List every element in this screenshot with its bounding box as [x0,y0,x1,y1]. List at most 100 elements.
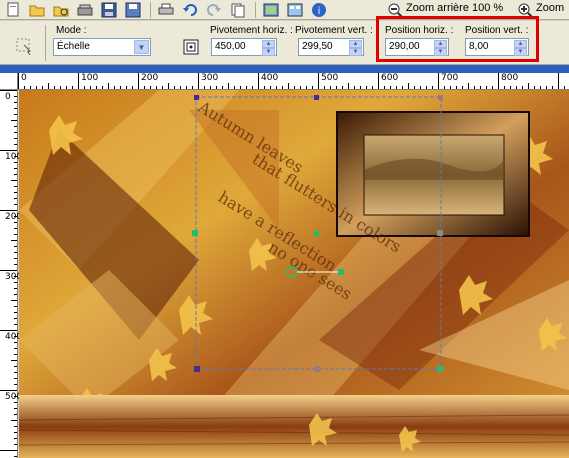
spin-down-icon[interactable]: ▼ [262,48,275,56]
rot-h-spinner[interactable]: ▲ ▼ [262,40,275,56]
ruler-tick [11,420,17,421]
ruler-tick [546,86,547,89]
copy-icon[interactable] [227,1,249,19]
ruler-tick [558,73,559,89]
spin-down-icon[interactable]: ▼ [349,48,362,56]
ruler-label: 800 [501,73,519,83]
transform-handle[interactable] [437,366,443,372]
zoom-label[interactable]: Zoom [536,2,564,14]
ruler-tick [14,204,17,205]
ruler-tick [0,330,17,331]
ruler-tick [456,86,457,89]
ruler-tick [168,83,169,89]
rot-v-spinner[interactable]: ▲ ▼ [349,40,362,56]
ruler-tick [14,222,17,223]
deform-tool-icon[interactable] [15,37,33,56]
ruler-tick [252,86,253,89]
ruler-tick [492,86,493,89]
ruler-tick [480,86,481,89]
spin-up-icon[interactable]: ▲ [262,40,275,48]
rot-h-input[interactable]: 450,00 ▲ ▼ [211,38,277,56]
ruler-tick [14,294,17,295]
help-icon[interactable]: i [308,1,330,19]
ruler-tick [0,150,17,151]
ruler-tick [132,86,133,89]
transform-handle[interactable] [437,230,443,236]
transform-handle[interactable] [314,366,320,372]
open-icon[interactable] [26,1,48,19]
ruler-tick [14,228,17,229]
save-icon[interactable] [98,1,120,19]
ruler-tick [14,138,17,139]
ruler-tick [162,86,163,89]
ruler-tick [246,86,247,89]
rotation-handle[interactable] [338,269,344,275]
ruler-tick [114,86,115,89]
rot-h-label: Pivotement horiz. : [210,25,293,36]
ruler-tick [14,282,17,283]
ruler-tick [14,432,17,433]
ruler-tick [14,438,17,439]
ruler-tick [390,86,391,89]
ruler-tick [498,73,499,89]
ruler-tick [14,246,17,247]
print-icon[interactable] [155,1,177,19]
ruler-tick [14,312,17,313]
browse-icon[interactable] [50,1,72,19]
ruler-tick [96,86,97,89]
ruler-tick [14,234,17,235]
redo-icon[interactable] [203,1,225,19]
transform-handle[interactable] [438,95,443,100]
ruler-tick [450,86,451,89]
zoom-out-label[interactable]: Zoom arrière 100 % [406,2,503,14]
grid-view-icon[interactable] [284,1,306,19]
rot-v-label: Pivotement vert. : [295,25,373,36]
ruler-tick [402,86,403,89]
chevron-down-icon[interactable]: ▼ [134,40,149,54]
ruler-tick [54,86,55,89]
ruler-tick [14,96,17,97]
rot-v-input[interactable]: 299,50 ▲ ▼ [298,38,364,56]
ruler-label: 100 [81,73,99,83]
ruler-tick [14,348,17,349]
ruler-tick [14,216,17,217]
save-as-icon[interactable] [122,1,144,19]
ruler-tick [48,83,49,89]
image-canvas[interactable]: Autumn leaves that flutters in colors ha… [19,90,569,458]
ruler-tick [14,288,17,289]
ruler-label: 0 [21,73,27,83]
ruler-tick [276,86,277,89]
undo-icon[interactable] [179,1,201,19]
ruler-tick [324,86,325,89]
transform-handle[interactable] [194,95,199,100]
ruler-tick [378,73,379,89]
transform-handle[interactable] [194,366,200,372]
toolbar-separator [150,1,151,18]
transform-handle[interactable] [192,230,198,236]
ruler-tick [180,86,181,89]
ruler-tick [396,86,397,89]
ruler-tick [564,86,565,89]
ruler-tick [204,86,205,89]
ruler-tick [144,86,145,89]
ruler-tick [408,83,409,89]
view-icon[interactable] [260,1,282,19]
scan-icon[interactable] [74,1,96,19]
new-icon[interactable] [2,1,24,19]
ruler-tick [432,86,433,89]
ruler-tick [300,86,301,89]
spin-up-icon[interactable]: ▲ [349,40,362,48]
transform-handle[interactable] [314,231,319,236]
ruler-tick [540,86,541,89]
ruler-tick [120,86,121,89]
ruler-label: 400 [261,73,279,83]
ruler-tick [14,324,17,325]
ruler-tick [192,86,193,89]
ruler-tick [14,144,17,145]
transform-handle[interactable] [314,95,319,100]
ruler-tick [372,86,373,89]
ruler-tick [14,384,17,385]
pick-center-icon[interactable] [182,38,200,56]
ruler-corner [0,73,18,90]
mode-select[interactable]: Échelle ▼ [53,38,151,56]
